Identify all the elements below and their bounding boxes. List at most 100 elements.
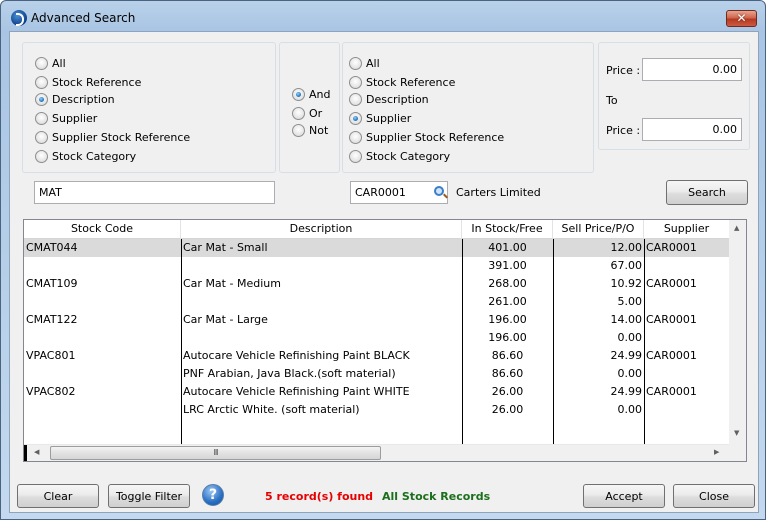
column-header-sell-price[interactable]: Sell Price/P/O <box>553 220 644 239</box>
operator-radio-or[interactable]: Or <box>292 105 322 121</box>
in-stock-cell: 261.00 <box>488 295 527 308</box>
in-stock-cell: 391.00 <box>488 259 527 272</box>
right-radio-description[interactable]: Description <box>349 91 429 107</box>
right-radio-all[interactable]: All <box>349 55 380 71</box>
accept-button[interactable]: Accept <box>583 484 665 508</box>
scroll-left-arrow-icon[interactable]: ◀ <box>34 448 39 456</box>
column-header-stock-code[interactable]: Stock Code <box>24 220 181 239</box>
table-row[interactable]: VPAC802 Autocare Vehicle Refinishing Pain… <box>24 383 729 401</box>
price-to-input[interactable]: 0.00 <box>642 118 742 141</box>
radio-button-selected[interactable] <box>349 111 362 125</box>
radio-button-selected[interactable] <box>292 87 305 101</box>
in-stock-cell: 86.60 <box>491 349 524 362</box>
operator-group: And Or Not <box>279 42 340 173</box>
filter-status: All Stock Records <box>382 490 491 503</box>
vertical-scrollbar[interactable]: ▲ ▼ <box>729 220 746 444</box>
table-row[interactable]: PNF Arabian, Java Black.(soft material) 8… <box>24 365 729 383</box>
column-divider <box>644 239 645 445</box>
radio-button[interactable] <box>349 130 362 144</box>
right-radio-supplier[interactable]: Supplier <box>349 110 411 126</box>
stock-code-cell <box>24 365 181 383</box>
supplier-cell <box>644 293 729 311</box>
left-radio-description[interactable]: Description <box>35 91 115 107</box>
description-cell: Autocare Vehicle Refinishing Paint WHITE <box>183 385 410 398</box>
operator-radio-and[interactable]: And <box>292 86 330 102</box>
column-divider <box>462 239 463 445</box>
radio-button[interactable] <box>349 149 362 163</box>
table-row[interactable]: CMAT122 Car Mat - Large 196.00 14.00 CAR0001 <box>24 311 729 329</box>
radio-button[interactable] <box>35 149 48 163</box>
stock-code-cell <box>24 257 181 275</box>
scroll-right-arrow-icon[interactable]: ▶ <box>714 448 719 456</box>
sell-price-cell: 24.99 <box>610 349 643 362</box>
help-icon[interactable]: ? <box>202 484 224 506</box>
in-stock-cell: 268.00 <box>488 277 527 290</box>
table-row[interactable]: CMAT044 Car Mat - Small 401.00 12.00 CAR0001 <box>24 239 729 257</box>
radio-button[interactable] <box>292 123 305 137</box>
clear-button[interactable]: Clear <box>17 484 99 508</box>
window-close-button[interactable]: ✕ <box>726 10 757 27</box>
lookup-search-icon[interactable] <box>434 186 444 196</box>
search-button[interactable]: Search <box>666 180 748 205</box>
radio-button[interactable] <box>349 75 362 89</box>
sell-price-cell: 5.00 <box>617 295 643 308</box>
supplier-cell <box>644 329 729 347</box>
table-row[interactable]: CMAT109 Car Mat - Medium 268.00 10.92 CAR000… <box>24 275 729 293</box>
table-row[interactable]: 391.00 67.00 <box>24 257 729 275</box>
supplier-cell: CAR0001 <box>646 313 697 326</box>
operator-radio-not[interactable]: Not <box>292 122 328 138</box>
in-stock-cell: 196.00 <box>488 331 527 344</box>
app-logo-icon <box>11 10 27 26</box>
in-stock-cell: 401.00 <box>488 241 527 254</box>
left-radio-supplier-stock-reference[interactable]: Supplier Stock Reference <box>35 129 190 145</box>
radio-button[interactable] <box>35 56 48 70</box>
left-radio-supplier[interactable]: Supplier <box>35 110 97 126</box>
price-from-input[interactable]: 0.00 <box>642 58 742 81</box>
toggle-filter-button[interactable]: Toggle Filter <box>108 484 190 508</box>
table-row[interactable]: 261.00 5.00 <box>24 293 729 311</box>
horizontal-scroll-thumb[interactable]: III <box>50 446 381 460</box>
price-to-price-label: Price : <box>606 124 641 137</box>
radio-button-selected[interactable] <box>35 92 48 106</box>
right-radio-supplier-stock-reference[interactable]: Supplier Stock Reference <box>349 129 504 145</box>
left-search-input[interactable]: MAT <box>34 181 275 204</box>
table-row[interactable]: VPAC801 Autocare Vehicle Refinishing Pain… <box>24 347 729 365</box>
column-header-description[interactable]: Description <box>181 220 462 239</box>
supplier-code-input[interactable]: CAR0001 <box>350 181 448 204</box>
left-radio-all[interactable]: All <box>35 55 66 71</box>
table-row[interactable]: LRC Arctic White. (soft material) 26.00 0.… <box>24 401 729 419</box>
left-radio-stock-reference[interactable]: Stock Reference <box>35 74 141 90</box>
supplier-cell <box>644 365 729 383</box>
radio-button[interactable] <box>349 56 362 70</box>
right-criteria-group: All Stock Reference Description Supplier… <box>342 42 594 173</box>
stock-code-cell <box>24 293 181 311</box>
description-cell: Car Mat - Small <box>183 241 268 254</box>
supplier-cell <box>644 401 729 419</box>
in-stock-cell: 86.60 <box>491 367 524 380</box>
title-bar[interactable]: Advanced Search ✕ <box>1 1 765 35</box>
horizontal-scrollbar[interactable]: ◀ III ▶ <box>24 444 729 461</box>
column-header-in-stock[interactable]: In Stock/Free <box>462 220 553 239</box>
radio-button[interactable] <box>292 106 305 120</box>
description-cell: Autocare Vehicle Refinishing Paint BLACK <box>183 349 410 362</box>
radio-button[interactable] <box>35 130 48 144</box>
sell-price-cell: 12.00 <box>610 241 643 254</box>
stock-code-cell: CMAT044 <box>26 241 78 254</box>
stock-code-cell: CMAT109 <box>26 277 78 290</box>
left-radio-stock-category[interactable]: Stock Category <box>35 148 136 164</box>
column-header-supplier[interactable]: Supplier <box>644 220 729 239</box>
scroll-up-arrow-icon[interactable]: ▲ <box>734 224 739 232</box>
radio-button[interactable] <box>349 92 362 106</box>
right-radio-stock-category[interactable]: Stock Category <box>349 148 450 164</box>
radio-button[interactable] <box>35 75 48 89</box>
close-button[interactable]: Close <box>673 484 755 508</box>
in-stock-cell: 26.00 <box>491 403 524 416</box>
scroll-down-arrow-icon[interactable]: ▼ <box>734 429 739 437</box>
right-radio-stock-reference[interactable]: Stock Reference <box>349 74 455 90</box>
description-cell <box>181 257 462 275</box>
table-row[interactable]: 196.00 0.00 <box>24 329 729 347</box>
radio-button[interactable] <box>35 111 48 125</box>
stock-code-cell <box>24 329 181 347</box>
grid-left-marker <box>24 445 27 461</box>
sell-price-cell: 0.00 <box>617 331 643 344</box>
